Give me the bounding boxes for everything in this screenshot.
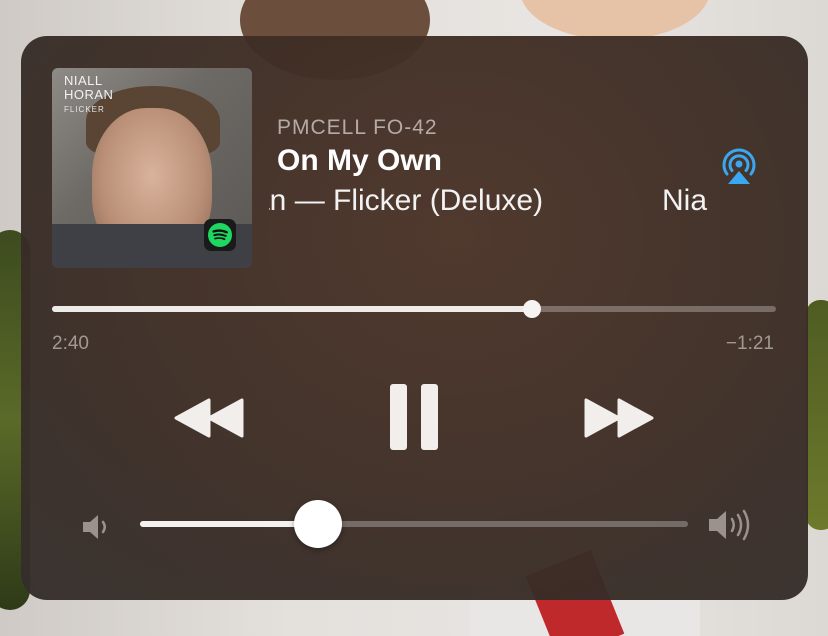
playback-progress-bar[interactable] (52, 300, 776, 318)
pause-button[interactable] (388, 382, 440, 452)
playback-scrubber-knob[interactable] (523, 300, 541, 318)
playback-progress-fill (52, 306, 532, 312)
elapsed-time: 2:40 (52, 333, 89, 354)
output-device-name: PMCELL FO-42 (277, 116, 438, 139)
fast-forward-icon (584, 398, 654, 438)
track-title: On My Own (277, 144, 442, 177)
artist-album-text: ran — Flicker (Deluxe) (269, 184, 544, 217)
fast-forward-button[interactable] (583, 396, 655, 440)
artwork-title-line1: NIALL (64, 73, 103, 88)
volume-slider-knob[interactable] (294, 500, 343, 548)
speaker-high-icon (707, 508, 757, 542)
volume-slider[interactable] (140, 500, 688, 548)
spotify-icon (204, 219, 236, 251)
artwork-subtitle: FLICKER (64, 105, 105, 114)
album-artwork[interactable]: NIALL HORAN FLICKER (52, 68, 252, 268)
remaining-time: −1:21 (725, 333, 774, 354)
pause-icon (390, 384, 438, 450)
now-playing-panel: NIALL HORAN FLICKER PMCELL FO-42 On My O… (21, 36, 808, 600)
background-plant-right (806, 300, 828, 530)
artwork-title: NIALL HORAN (64, 74, 113, 102)
artist-album-marquee: ran — Flicker (Deluxe) Nia (269, 184, 709, 224)
rewind-button[interactable] (173, 396, 245, 440)
rewind-icon (174, 398, 244, 438)
speaker-low-icon (81, 512, 113, 542)
artwork-title-line2: HORAN (64, 87, 114, 102)
artist-album-text-repeat: Nia (662, 184, 708, 217)
volume-slider-fill (140, 521, 319, 527)
airplay-icon[interactable] (718, 146, 760, 188)
